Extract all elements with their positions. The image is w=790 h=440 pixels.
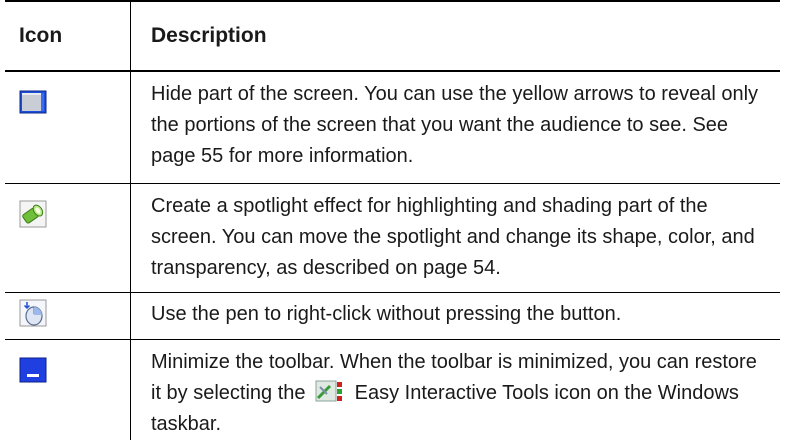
description-cell: Create a spotlight effect for highlighti…: [151, 195, 755, 279]
icon-cell: [5, 184, 131, 292]
easy-interactive-tools-icon: [315, 380, 343, 402]
description-cell: Minimize the toolbar. When the toolbar i…: [131, 340, 780, 440]
header-icon: Icon: [5, 2, 131, 70]
table-row: Create a spotlight effect for highlighti…: [5, 183, 780, 292]
description-cell: Hide part of the screen. You can use the…: [151, 83, 759, 167]
icon-cell: [5, 72, 131, 183]
table-row: Minimize the toolbar. When the toolbar i…: [5, 339, 780, 440]
icon-cell: [5, 293, 131, 339]
hide-screen-icon: [19, 90, 47, 114]
spotlight-icon: [19, 200, 47, 228]
table-row: Use the pen to right-click without press…: [5, 292, 780, 339]
right-click-mouse-icon: [19, 299, 47, 327]
minimize-toolbar-icon: [19, 357, 47, 383]
description-cell: Use the pen to right-click without press…: [151, 303, 622, 325]
header-description: Description: [151, 24, 267, 47]
icon-cell: [5, 340, 131, 440]
icon-description-table: Icon Description Hide part of the screen…: [5, 0, 780, 440]
table-row: Hide part of the screen. You can use the…: [5, 72, 780, 183]
table-header-row: Icon Description: [5, 0, 780, 72]
